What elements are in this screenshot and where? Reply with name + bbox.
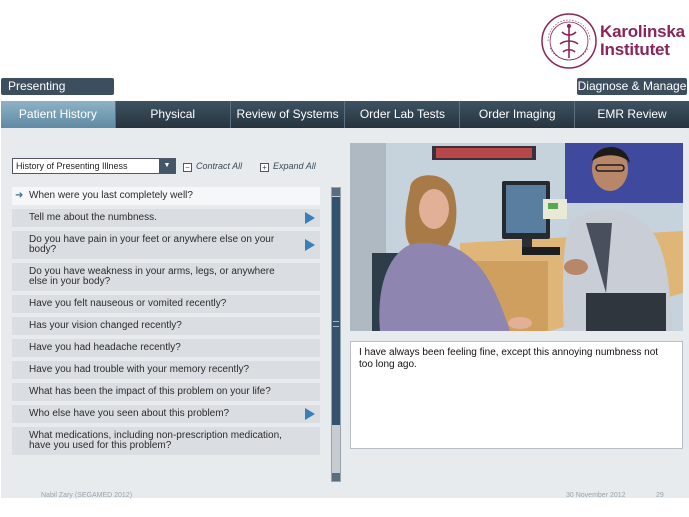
question-item[interactable]: Do you have pain in your feet or anywher… xyxy=(12,231,320,259)
contract-all-label: Contract All xyxy=(196,161,243,171)
play-icon[interactable] xyxy=(305,212,315,224)
tab-order-imaging[interactable]: Order Imaging xyxy=(460,101,576,128)
question-list: ➜ When were you last completely well? Tel… xyxy=(12,187,320,459)
footer-date: 30 November 2012 xyxy=(566,492,626,499)
scroll-thumb[interactable] xyxy=(332,197,340,425)
question-item[interactable]: Do you have weakness in your arms, legs,… xyxy=(12,263,320,291)
question-text: Tell me about the numbness. xyxy=(29,212,157,223)
question-item[interactable]: Have you had trouble with your memory re… xyxy=(12,361,320,379)
category-select[interactable]: History of Presenting Illness ▼ xyxy=(12,158,176,174)
brand-line1: Karolinska xyxy=(600,22,685,41)
presenting-complaint-label[interactable]: Presenting Complaint xyxy=(1,78,114,110)
question-item[interactable]: Have you felt nauseous or vomited recent… xyxy=(12,295,320,313)
question-text: What medications, including non-prescrip… xyxy=(29,430,282,451)
question-item[interactable]: Has your vision changed recently? xyxy=(12,317,320,335)
content-area: History of Presenting Illness ▼ − Contrac… xyxy=(1,128,689,498)
question-text: What has been the impact of this problem… xyxy=(29,386,271,397)
expand-all-button[interactable]: + Expand All xyxy=(260,159,316,173)
university-seal-icon xyxy=(541,13,597,69)
question-text: Do you have weakness in your arms, legs,… xyxy=(29,266,275,287)
question-text: Has your vision changed recently? xyxy=(29,320,182,331)
consultation-scene xyxy=(350,143,683,331)
footer-page-number: 29 xyxy=(656,492,664,499)
question-text: Do you have pain in your feet or anywher… xyxy=(29,234,275,255)
question-item[interactable]: What has been the impact of this problem… xyxy=(12,383,320,401)
question-text: When were you last completely well? xyxy=(29,190,193,201)
karolinska-logo: Karolinska Institutet xyxy=(540,10,685,72)
question-scrollbar[interactable] xyxy=(331,187,341,482)
tab-physical-examination[interactable]: Physical Examination xyxy=(115,101,231,148)
play-icon[interactable] xyxy=(305,408,315,420)
question-item[interactable]: Who else have you seen about this proble… xyxy=(12,405,320,423)
minus-box-icon: − xyxy=(183,163,192,172)
chevron-down-icon[interactable]: ▼ xyxy=(159,159,175,173)
scroll-grip xyxy=(333,321,339,327)
category-select-value: History of Presenting Illness xyxy=(16,161,128,171)
plus-box-icon: + xyxy=(260,163,269,172)
expand-all-label: Expand All xyxy=(273,161,316,171)
question-text: Who else have you seen about this proble… xyxy=(29,408,230,419)
arrow-right-icon: ➜ xyxy=(15,190,24,201)
brand-name: Karolinska Institutet xyxy=(600,23,685,59)
question-text: Have you had trouble with your memory re… xyxy=(29,364,250,375)
scroll-down-arrow[interactable] xyxy=(332,473,340,481)
tab-review-of-systems[interactable]: Review of Systems xyxy=(230,101,346,128)
question-text: Have you had headache recently? xyxy=(29,342,181,353)
footer-author: Nabil Zary (SEGAMED 2012) xyxy=(41,492,133,499)
diagnose-manage-button[interactable]: Diagnose & Manage Pt. xyxy=(577,78,687,110)
question-item[interactable]: Tell me about the numbness. xyxy=(12,209,320,227)
question-text: Have you felt nauseous or vomited recent… xyxy=(29,298,227,309)
tab-patient-history[interactable]: Patient History xyxy=(1,101,116,128)
patient-response-box: I have always been feeling fine, except … xyxy=(350,341,683,449)
play-icon[interactable] xyxy=(305,239,315,251)
question-item[interactable]: Have you had headache recently? xyxy=(12,339,320,357)
consultation-video[interactable] xyxy=(350,143,683,331)
brand-line2: Institutet xyxy=(600,40,670,59)
tab-order-lab-tests[interactable]: Order Lab Tests xyxy=(345,101,461,128)
tab-emr-review[interactable]: EMR Review xyxy=(575,101,689,128)
main-tabs: Patient History Physical Examination Rev… xyxy=(1,101,689,148)
question-item[interactable]: What medications, including non-prescrip… xyxy=(12,427,320,455)
question-item[interactable]: ➜ When were you last completely well? xyxy=(12,187,320,205)
contract-all-button[interactable]: − Contract All xyxy=(183,159,242,173)
scroll-up-arrow[interactable] xyxy=(332,188,340,196)
